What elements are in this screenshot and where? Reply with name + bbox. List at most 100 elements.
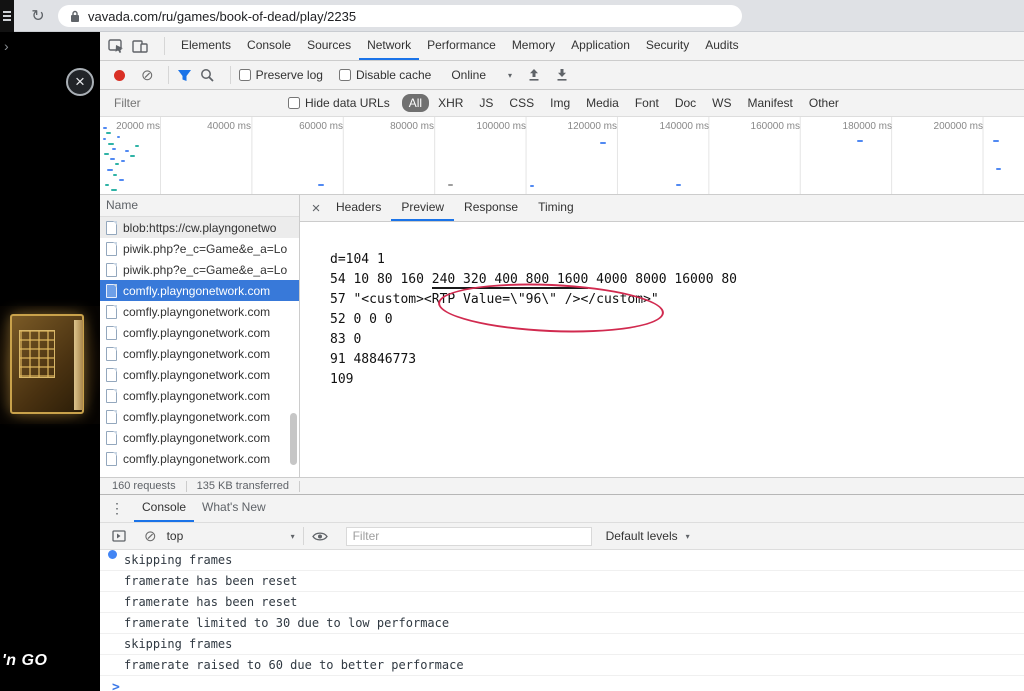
close-detail-icon[interactable]: × xyxy=(306,200,326,217)
export-har-icon[interactable] xyxy=(556,69,568,82)
menu-dots-icon[interactable]: ⋮ xyxy=(110,500,124,517)
tab-console[interactable]: Console xyxy=(239,32,299,60)
browser-toolbar: ↻ vavada.com/ru/games/book-of-dead/play/… xyxy=(0,0,1024,32)
document-icon xyxy=(106,410,117,424)
tab-whats-new[interactable]: What's New xyxy=(194,495,274,522)
game-artwork xyxy=(0,306,100,424)
tab-network[interactable]: Network xyxy=(359,32,419,60)
tab-console-drawer[interactable]: Console xyxy=(134,495,194,522)
preview-text: 57 "<custom> xyxy=(330,292,424,307)
preserve-log-checkbox[interactable]: Preserve log xyxy=(239,68,323,82)
request-row[interactable]: comfly.playngonetwork.com xyxy=(100,406,299,427)
device-toolbar-icon[interactable] xyxy=(132,39,148,53)
timeline-mark xyxy=(115,163,119,165)
tab-response[interactable]: Response xyxy=(454,195,528,221)
preview-pane[interactable]: d=104 1 54 10 80 160 240 320 400 800 160… xyxy=(300,222,1024,477)
timeline-mark xyxy=(103,138,106,140)
network-overview-timeline[interactable]: 20000 ms 40000 ms 60000 ms 80000 ms 1000… xyxy=(100,117,1024,195)
filter-type-manifest[interactable]: Manifest xyxy=(741,94,800,112)
tab-timing[interactable]: Timing xyxy=(528,195,584,221)
tab-sources[interactable]: Sources xyxy=(299,32,359,60)
console-message: framerate limited to 30 due to low perfo… xyxy=(100,613,1024,634)
tab-memory[interactable]: Memory xyxy=(504,32,563,60)
address-bar[interactable]: vavada.com/ru/games/book-of-dead/play/22… xyxy=(58,5,742,27)
request-row[interactable]: comfly.playngonetwork.com xyxy=(100,385,299,406)
preview-line: 91 48846773 xyxy=(330,350,1024,370)
request-row[interactable]: comfly.playngonetwork.com xyxy=(100,364,299,385)
clear-icon[interactable]: ⊘ xyxy=(141,68,154,83)
import-har-icon[interactable] xyxy=(528,69,540,82)
close-game-button[interactable]: × xyxy=(66,68,94,96)
request-row[interactable]: comfly.playngonetwork.com xyxy=(100,322,299,343)
divider xyxy=(168,66,169,84)
filter-type-xhr[interactable]: XHR xyxy=(431,94,470,112)
request-list-header[interactable]: Name xyxy=(100,195,299,217)
detail-tab-bar: × Headers Preview Response Timing xyxy=(300,195,1024,222)
request-label: comfly.playngonetwork.com xyxy=(123,431,270,445)
log-levels-select[interactable]: Default levels ▾ xyxy=(606,529,690,543)
refresh-icon[interactable]: ↻ xyxy=(26,4,50,28)
document-icon xyxy=(106,389,117,403)
filter-type-media[interactable]: Media xyxy=(579,94,626,112)
network-filter-input[interactable] xyxy=(112,95,266,111)
timeline-mark xyxy=(103,127,107,129)
tab-preview[interactable]: Preview xyxy=(391,195,454,221)
timeline-label: 180000 ms xyxy=(828,121,892,132)
timeline-mark xyxy=(121,160,125,162)
context-select[interactable]: top ▾ xyxy=(167,529,295,543)
timeline-mark xyxy=(106,132,111,134)
tab-security[interactable]: Security xyxy=(638,32,697,60)
timeline-mark xyxy=(676,184,681,186)
timeline-label: 200000 ms xyxy=(919,121,983,132)
tab-performance[interactable]: Performance xyxy=(419,32,504,60)
console-prompt[interactable]: > xyxy=(100,676,1024,691)
console-tab-bar: ⋮ Console What's New xyxy=(100,495,1024,523)
network-toolbar: ⊘ Preserve log Disable cache Online ▾ xyxy=(100,61,1024,90)
timeline-label: 160000 ms xyxy=(736,121,800,132)
filter-type-js[interactable]: JS xyxy=(472,94,500,112)
forward-arrow-icon[interactable]: › xyxy=(4,38,9,54)
filter-type-font[interactable]: Font xyxy=(628,94,666,112)
filter-type-css[interactable]: CSS xyxy=(502,94,541,112)
request-row[interactable]: comfly.playngonetwork.com xyxy=(100,448,299,469)
request-row[interactable]: comfly.playngonetwork.com xyxy=(100,427,299,448)
request-row[interactable]: comfly.playngonetwork.com xyxy=(100,343,299,364)
menu-icon[interactable] xyxy=(3,11,11,21)
request-row[interactable]: blob:https://cw.playngonetwo xyxy=(100,217,299,238)
inspect-element-icon[interactable] xyxy=(108,39,124,53)
hide-data-urls-checkbox[interactable]: Hide data URLs xyxy=(288,96,390,110)
clear-console-icon[interactable]: ⊘ xyxy=(144,529,157,544)
record-button[interactable] xyxy=(114,70,125,81)
filter-type-all[interactable]: All xyxy=(402,94,429,112)
preview-line: 83 0 xyxy=(330,330,1024,350)
tab-application[interactable]: Application xyxy=(563,32,638,60)
console-filter-input[interactable] xyxy=(346,527,592,546)
filter-type-img[interactable]: Img xyxy=(543,94,577,112)
book-cover-pattern xyxy=(19,330,55,378)
disable-cache-checkbox[interactable]: Disable cache xyxy=(339,68,431,82)
search-icon[interactable] xyxy=(200,68,214,82)
request-count: 160 requests xyxy=(112,480,176,492)
checkbox[interactable] xyxy=(339,69,351,81)
filter-type-other[interactable]: Other xyxy=(802,94,846,112)
checkbox[interactable] xyxy=(288,97,300,109)
tab-elements[interactable]: Elements xyxy=(173,32,239,60)
scrollbar-thumb[interactable] xyxy=(290,413,297,465)
document-icon xyxy=(106,452,117,466)
timeline-mark xyxy=(318,184,324,186)
console-sidebar-icon[interactable] xyxy=(112,530,126,542)
filter-type-ws[interactable]: WS xyxy=(705,94,738,112)
request-row[interactable]: comfly.playngonetwork.com xyxy=(100,301,299,322)
tab-headers[interactable]: Headers xyxy=(326,195,391,221)
tab-audits[interactable]: Audits xyxy=(697,32,746,60)
request-row[interactable]: piwik.php?e_c=Game&e_a=Lo xyxy=(100,259,299,280)
request-row-selected[interactable]: comfly.playngonetwork.com xyxy=(100,280,299,301)
checkbox[interactable] xyxy=(239,69,251,81)
throttling-select[interactable]: Online ▾ xyxy=(451,68,512,82)
timeline-mark xyxy=(448,184,453,186)
filter-icon[interactable] xyxy=(177,69,192,82)
eye-icon[interactable] xyxy=(312,531,328,542)
scrollbar[interactable] xyxy=(289,217,297,469)
request-row[interactable]: piwik.php?e_c=Game&e_a=Lo xyxy=(100,238,299,259)
filter-type-doc[interactable]: Doc xyxy=(668,94,703,112)
